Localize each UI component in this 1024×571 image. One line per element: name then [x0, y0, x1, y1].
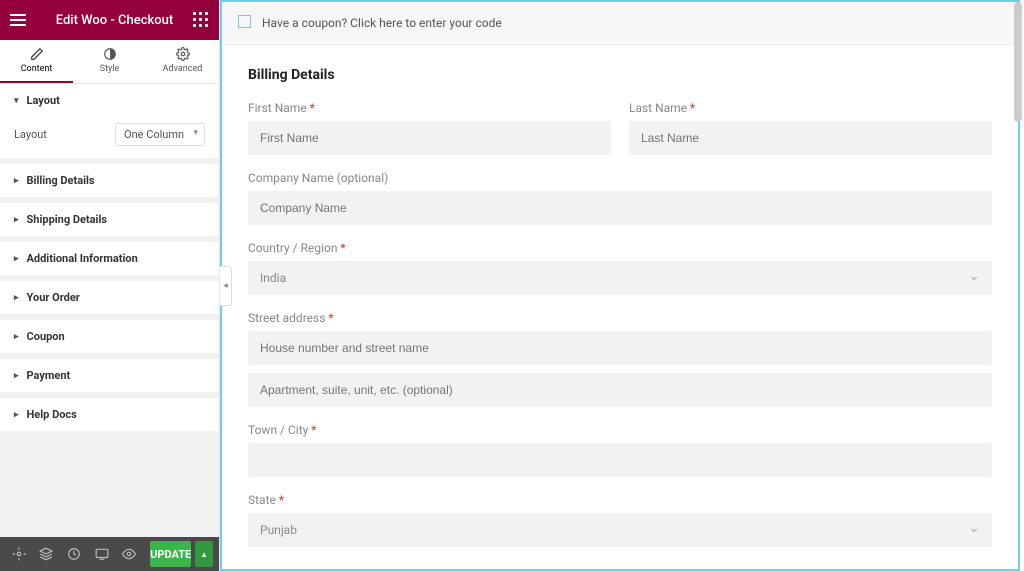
section-title: Your Order	[27, 291, 80, 304]
state-group: State * Punjab	[248, 493, 992, 547]
chevron-right-icon: ▸	[14, 176, 19, 186]
required-mark: *	[340, 241, 345, 255]
coupon-notice[interactable]: Have a coupon? Click here to enter your …	[222, 2, 1018, 45]
sidebar-header: Edit Woo - Checkout	[0, 0, 219, 40]
first-name-field[interactable]	[248, 121, 611, 155]
section-additional: ▸ Additional Information	[0, 242, 219, 281]
section-billing: ▸ Billing Details	[0, 164, 219, 203]
required-mark: *	[311, 423, 316, 437]
history-icon[interactable]	[61, 541, 87, 567]
selected-widget[interactable]: + ⠿ × Have a coupon? Click here to enter…	[220, 0, 1020, 571]
town-field[interactable]	[248, 443, 992, 477]
town-label: Town / City *	[248, 423, 992, 437]
tab-label: Advanced	[163, 64, 203, 74]
section-help: ▸ Help Docs	[0, 398, 219, 437]
section-shipping: ▸ Shipping Details	[0, 203, 219, 242]
chevron-right-icon: ▸	[14, 410, 19, 420]
sidebar-footer: UPDATE ▲	[0, 537, 219, 571]
editor-sidebar: Edit Woo - Checkout Content Style Advanc…	[0, 0, 220, 571]
street-group: Street address *	[248, 311, 992, 365]
section-title: Help Docs	[27, 408, 77, 421]
tab-style[interactable]: Style	[73, 40, 146, 83]
responsive-icon[interactable]	[89, 541, 115, 567]
section-header-coupon[interactable]: ▸ Coupon	[0, 320, 219, 353]
country-select[interactable]: India	[248, 261, 992, 295]
country-label: Country / Region *	[248, 241, 992, 255]
street-address-2-field[interactable]	[248, 373, 992, 407]
section-payment: ▸ Payment	[0, 359, 219, 398]
chevron-down-icon: ▾	[14, 96, 19, 106]
settings-icon[interactable]	[6, 541, 32, 567]
section-header-help[interactable]: ▸ Help Docs	[0, 398, 219, 431]
last-name-field[interactable]	[629, 121, 992, 155]
section-order: ▸ Your Order	[0, 281, 219, 320]
coupon-icon	[238, 15, 251, 28]
tab-label: Style	[100, 64, 120, 74]
tab-content[interactable]: Content	[0, 40, 73, 83]
scrollbar[interactable]	[1014, 2, 1022, 522]
section-header-shipping[interactable]: ▸ Shipping Details	[0, 203, 219, 236]
sidebar-tabs: Content Style Advanced	[0, 40, 219, 84]
gear-icon	[176, 47, 190, 61]
canvas-scroll[interactable]: + ⠿ × Have a coupon? Click here to enter…	[220, 0, 1024, 571]
billing-title: Billing Details	[248, 67, 992, 83]
section-header-payment[interactable]: ▸ Payment	[0, 359, 219, 392]
layers-icon[interactable]	[34, 541, 60, 567]
section-header-order[interactable]: ▸ Your Order	[0, 281, 219, 314]
tab-label: Content	[21, 64, 53, 74]
required-mark: *	[328, 311, 333, 325]
section-header-layout[interactable]: ▾ Layout	[0, 84, 219, 117]
billing-form: Billing Details First Name * Last Name	[222, 45, 1018, 569]
widgets-grid-icon[interactable]	[193, 12, 209, 28]
section-title: Layout	[27, 94, 60, 107]
state-label: State *	[248, 493, 992, 507]
company-group: Company Name (optional)	[248, 171, 992, 225]
chevron-right-icon: ▸	[14, 293, 19, 303]
section-coupon: ▸ Coupon	[0, 320, 219, 359]
street-label: Street address *	[248, 311, 992, 325]
scrollbar-thumb[interactable]	[1014, 2, 1022, 122]
editor-canvas: + ⠿ × Have a coupon? Click here to enter…	[220, 0, 1024, 571]
chevron-right-icon: ▸	[14, 254, 19, 264]
required-mark: *	[690, 101, 695, 115]
layout-select[interactable]: One Column	[115, 123, 205, 146]
required-mark: *	[279, 493, 284, 507]
company-field[interactable]	[248, 191, 992, 225]
coupon-text: Have a coupon? Click here to enter your …	[262, 16, 502, 30]
update-options-button[interactable]: ▲	[195, 541, 213, 567]
pencil-icon	[30, 47, 44, 61]
panel-body: ▾ Layout Layout One Column ▸ Billing Det…	[0, 84, 219, 537]
section-title: Shipping Details	[27, 213, 108, 226]
last-name-group: Last Name *	[629, 101, 992, 155]
menu-icon[interactable]	[10, 12, 26, 28]
chevron-right-icon: ▸	[14, 215, 19, 225]
section-layout: ▾ Layout Layout One Column	[0, 84, 219, 164]
section-title: Coupon	[27, 330, 65, 343]
section-title: Billing Details	[27, 174, 95, 187]
contrast-icon	[103, 47, 117, 61]
layout-control-row: Layout One Column	[0, 117, 219, 158]
section-header-billing[interactable]: ▸ Billing Details	[0, 164, 219, 197]
control-label: Layout	[14, 128, 47, 141]
last-name-label: Last Name *	[629, 101, 992, 115]
section-header-additional[interactable]: ▸ Additional Information	[0, 242, 219, 275]
street-address-1-field[interactable]	[248, 331, 992, 365]
company-label: Company Name (optional)	[248, 171, 992, 185]
first-name-label: First Name *	[248, 101, 611, 115]
page-title: Edit Woo - Checkout	[36, 13, 193, 28]
town-group: Town / City *	[248, 423, 992, 477]
collapse-sidebar-handle[interactable]: ◂	[220, 266, 232, 306]
chevron-right-icon: ▸	[14, 332, 19, 342]
first-name-group: First Name *	[248, 101, 611, 155]
preview-icon[interactable]	[117, 541, 143, 567]
state-select[interactable]: Punjab	[248, 513, 992, 547]
section-title: Payment	[27, 369, 71, 382]
section-title: Additional Information	[27, 252, 138, 265]
country-group: Country / Region * India	[248, 241, 992, 295]
required-mark: *	[310, 101, 315, 115]
update-button[interactable]: UPDATE	[150, 541, 191, 567]
tab-advanced[interactable]: Advanced	[146, 40, 219, 83]
chevron-right-icon: ▸	[14, 371, 19, 381]
